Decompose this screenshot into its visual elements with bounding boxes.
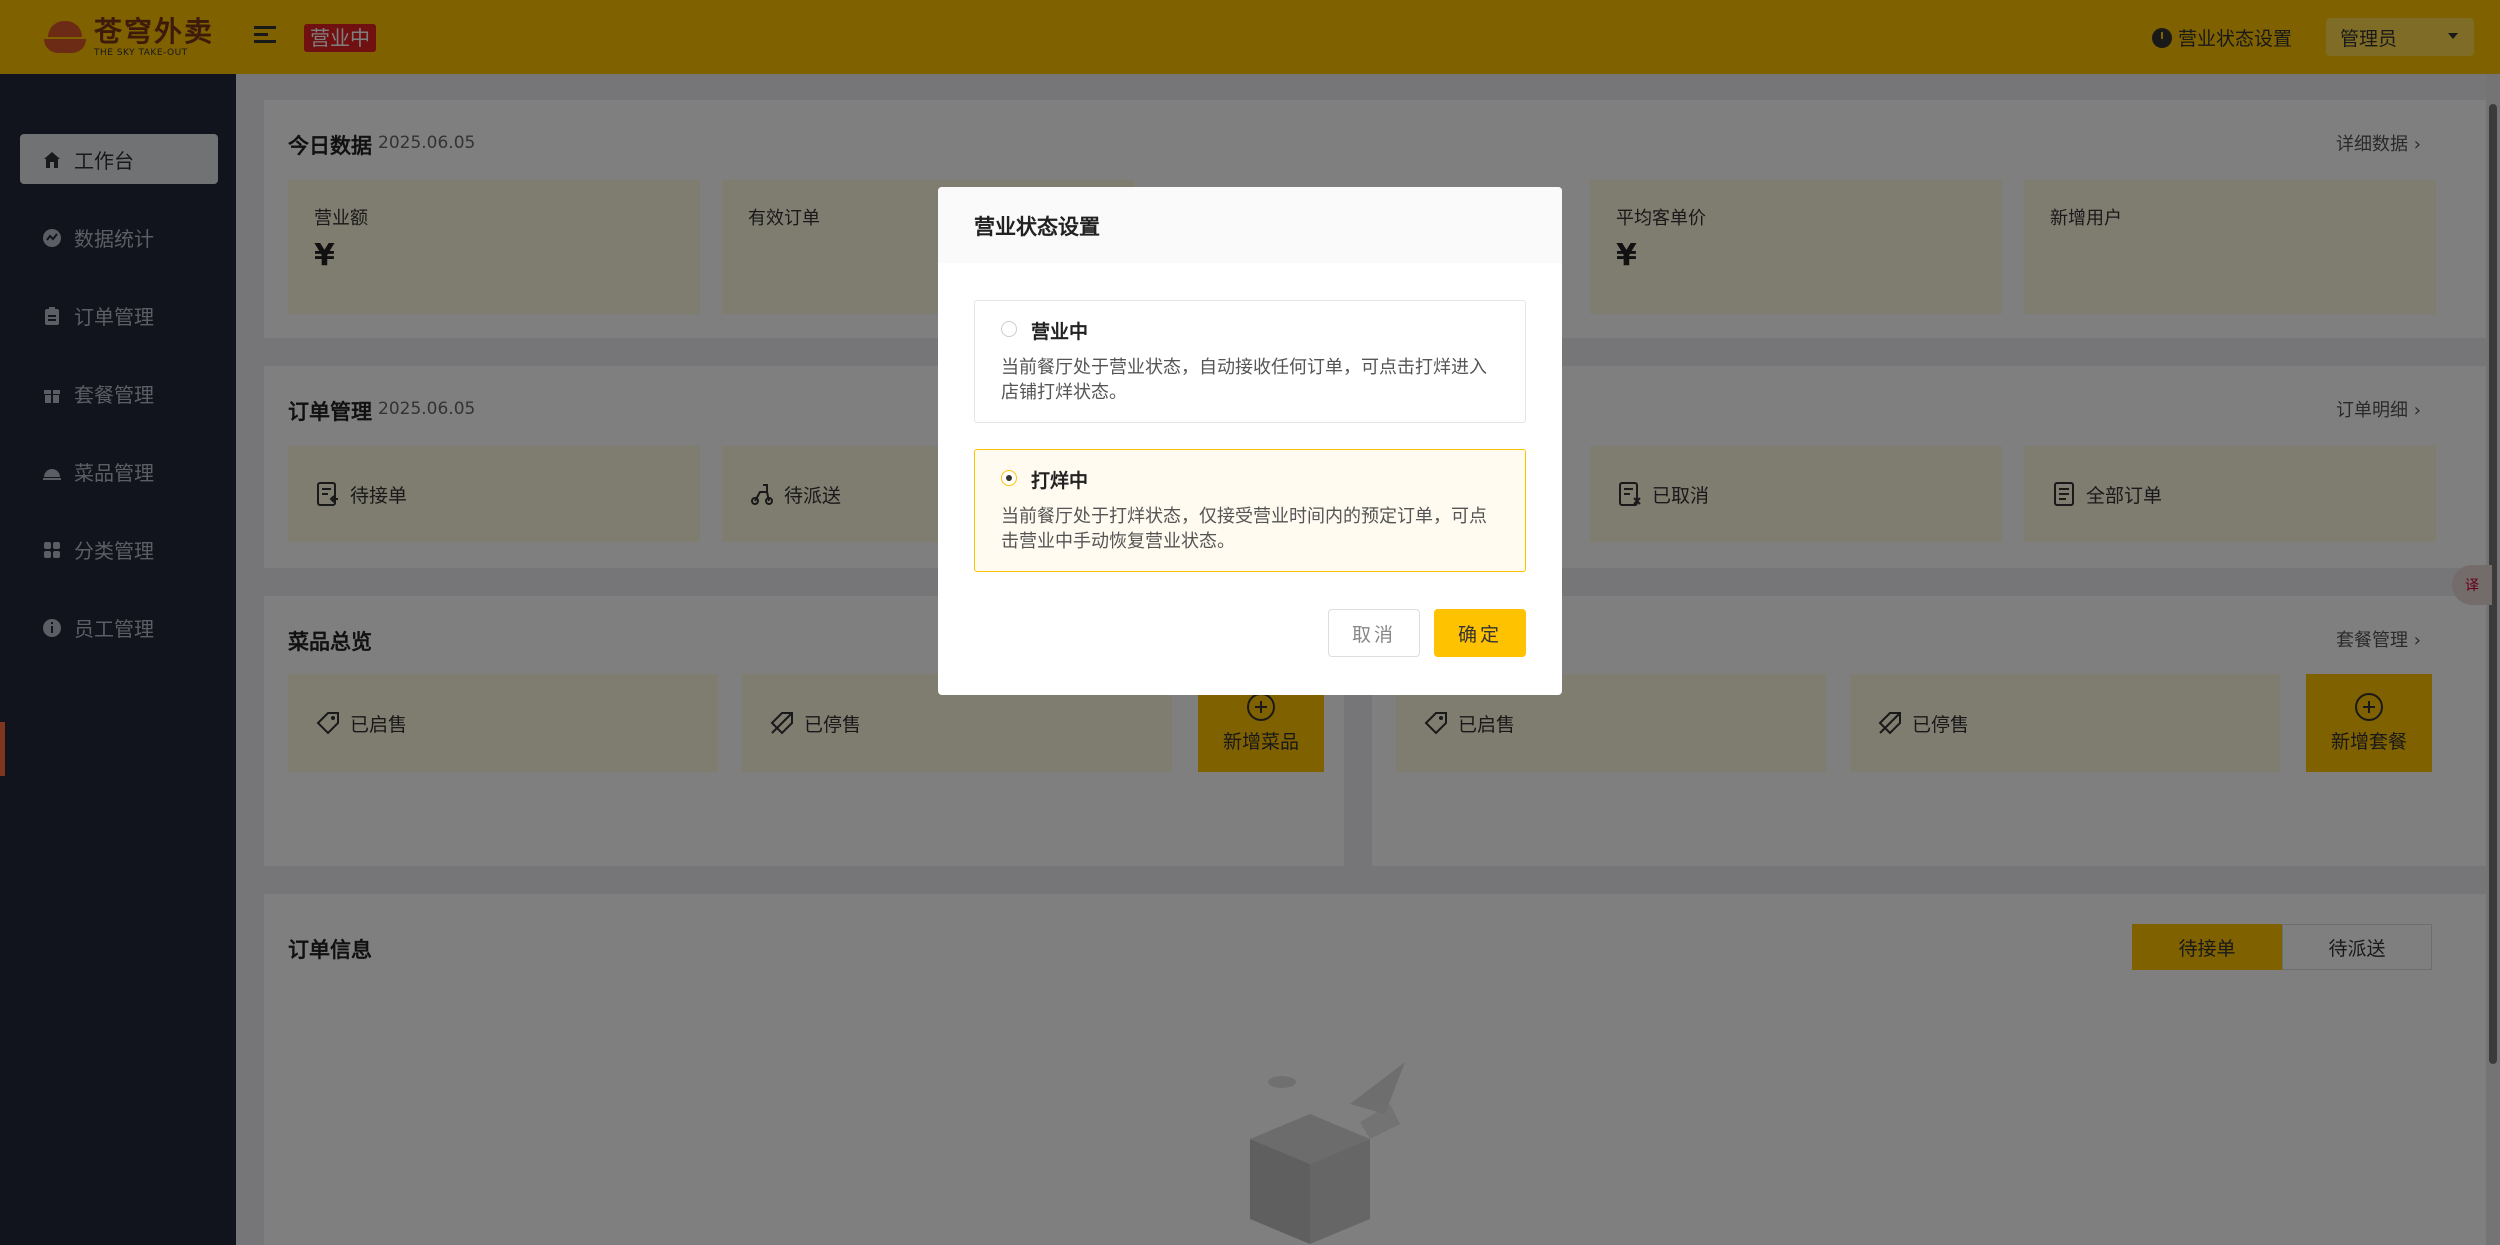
option-closed-desc: 当前餐厅处于打烊状态，仅接受营业时间内的预定订单，可点击营业中手动恢复营业状态。 — [1001, 506, 1487, 552]
confirm-button[interactable]: 确定 — [1434, 609, 1526, 657]
business-status-dialog: 营业状态设置 营业中 当前餐厅处于营业状态，自动接收任何订单，可点击打烊进入店铺… — [938, 187, 1562, 695]
option-open-label: 营业中 — [1031, 321, 1089, 343]
option-closed-label: 打烊中 — [1031, 470, 1089, 492]
radio-open[interactable] — [1001, 321, 1017, 337]
dialog-title: 营业状态设置 — [974, 215, 1100, 239]
option-open[interactable]: 营业中 当前餐厅处于营业状态，自动接收任何订单，可点击打烊进入店铺打烊状态。 — [974, 300, 1526, 423]
radio-closed[interactable] — [1001, 470, 1017, 486]
option-closed[interactable]: 打烊中 当前餐厅处于打烊状态，仅接受营业时间内的预定订单，可点击营业中手动恢复营… — [974, 449, 1526, 572]
dialog-header: 营业状态设置 — [938, 187, 1562, 263]
cancel-button[interactable]: 取消 — [1328, 609, 1420, 657]
option-open-desc: 当前餐厅处于营业状态，自动接收任何订单，可点击打烊进入店铺打烊状态。 — [1001, 357, 1487, 403]
